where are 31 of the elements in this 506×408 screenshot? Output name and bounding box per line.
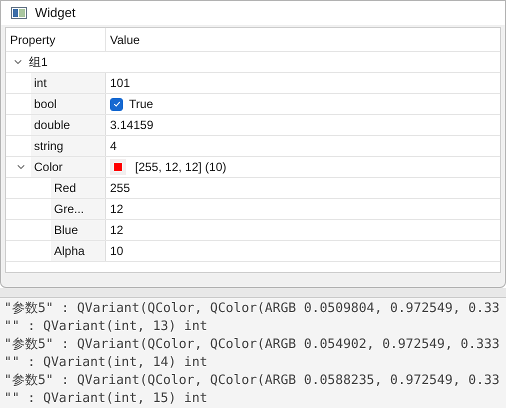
group-label: 组1 [28,54,48,71]
window-icon [11,7,27,19]
value-text: 10 [110,243,124,260]
check-icon [112,100,120,108]
column-header[interactable]: Value [106,28,500,51]
property-name: string [34,138,64,155]
console-line: "" : QVariant(int, 13) int [4,318,208,336]
checkbox[interactable] [110,98,123,110]
property-name: Red [54,180,76,197]
property-name: int [34,75,47,92]
console-line: "参数5" : QVariant(QColor, QColor(ARGB 0.0509804, 0.972549, 0.33 [4,300,500,318]
value-text: 101 [110,75,130,92]
property-name: bool [34,96,57,113]
property-name: Gre... [54,201,84,218]
value-text: 3.14159 [110,117,154,134]
property-name: Color [34,159,63,176]
console-line: "参数5" : QVariant(QColor, QColor(ARGB 0.0588235, 0.972549, 0.33 [4,372,500,390]
console-line: "" : QVariant(int, 14) int [4,354,208,372]
value-text: [255, 12, 12] (10) [135,159,226,176]
value-text: 12 [110,222,124,239]
property-name: Alpha [54,243,85,260]
window-title: Widget [35,4,76,22]
property-name: double [34,117,70,134]
value-text: 12 [110,201,124,218]
console-line: "参数5" : QVariant(QColor, QColor(ARGB 0.054902, 0.972549, 0.333 [4,336,500,354]
property-name: Blue [54,222,78,239]
console-line: "" : QVariant(int, 15) int [4,390,208,408]
value-text: True [129,96,154,113]
column-header[interactable]: Property [6,28,106,51]
value-text: 4 [110,138,117,155]
value-text: 255 [110,180,130,197]
